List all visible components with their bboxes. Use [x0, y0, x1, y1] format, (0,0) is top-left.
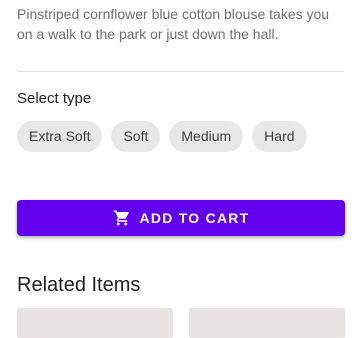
select-type-label: Select type	[17, 90, 92, 107]
related-item-card[interactable]	[189, 308, 345, 338]
chip-hard[interactable]: Hard	[252, 121, 307, 152]
chip-soft[interactable]: Soft	[111, 121, 161, 152]
related-items-heading: Related Items	[17, 274, 141, 296]
add-to-cart-label: ADD TO CART	[139, 210, 250, 226]
related-item-card[interactable]	[17, 308, 173, 338]
chip-medium[interactable]: Medium	[169, 121, 244, 152]
section-divider	[17, 71, 344, 72]
chip-extra-soft[interactable]: Extra Soft	[17, 121, 103, 152]
shopping-cart-icon	[113, 209, 131, 227]
product-description: Pinstriped cornflower blue cotton blouse…	[17, 6, 330, 42]
add-to-cart-button[interactable]: ADD TO CART	[17, 200, 345, 236]
type-chip-group: Extra Soft Soft Medium Hard	[17, 121, 307, 152]
